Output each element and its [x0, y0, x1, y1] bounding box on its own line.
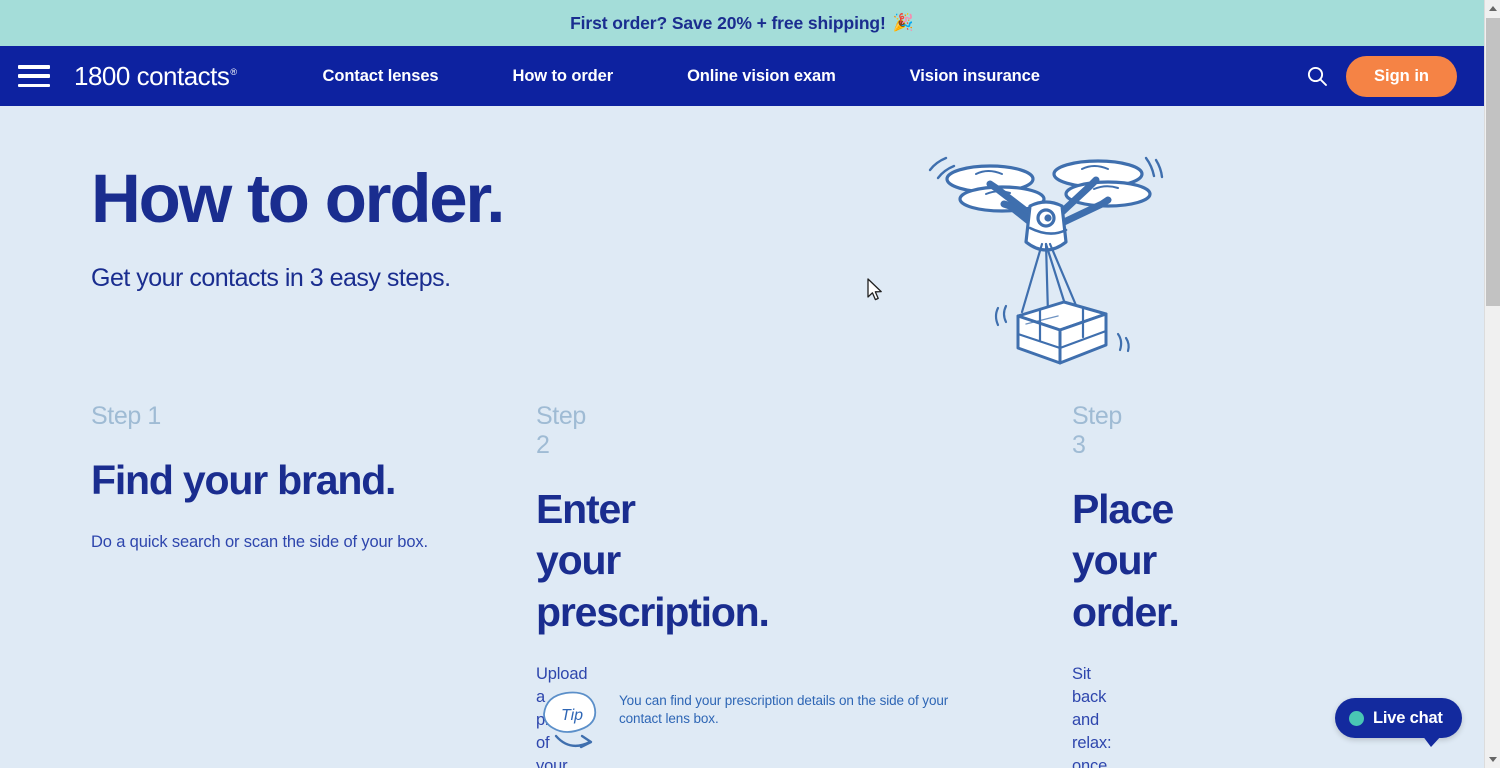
online-status-dot-icon — [1349, 710, 1364, 726]
page-title: How to order. — [91, 160, 505, 237]
scrollbar-thumb[interactable] — [1486, 18, 1500, 306]
tip-badge-label: Tip — [561, 707, 583, 724]
trademark-symbol: ® — [230, 66, 237, 77]
browser-viewport: First order? Save 20% + free shipping! 🎉… — [0, 0, 1500, 768]
hamburger-line-1 — [18, 65, 50, 69]
scroll-up-arrow-icon[interactable] — [1485, 0, 1500, 17]
search-button[interactable] — [1304, 63, 1330, 89]
tip-circle-icon: Tip — [543, 691, 597, 749]
nav-item-how-to-order[interactable]: How to order — [513, 67, 614, 86]
brand-logo-text: 1800 contacts — [74, 60, 230, 91]
nav-item-contact-lenses[interactable]: Contact lenses — [323, 67, 439, 86]
brand-logo[interactable]: 1800 contacts® — [74, 61, 237, 92]
sign-in-button[interactable]: Sign in — [1346, 55, 1457, 97]
hamburger-line-3 — [18, 83, 50, 87]
vertical-scrollbar[interactable] — [1484, 0, 1500, 768]
hamburger-line-2 — [18, 74, 50, 78]
tip-badge: Tip — [536, 686, 608, 756]
hero-subtitle: Get your contacts in 3 easy steps. — [91, 263, 451, 292]
site-header: 1800 contacts® Contact lenses How to ord… — [0, 46, 1484, 106]
search-icon — [1307, 66, 1327, 86]
party-popper-icon: 🎉 — [892, 13, 914, 32]
header-actions: Sign in — [1304, 55, 1457, 97]
promo-banner[interactable]: First order? Save 20% + free shipping! 🎉 — [0, 0, 1484, 46]
main-content: How to order. Get your contacts in 3 eas… — [0, 106, 1484, 768]
tip-text: You can find your prescription details o… — [619, 693, 949, 727]
chat-bubble-tail — [1421, 735, 1442, 747]
live-chat-label: Live chat — [1373, 708, 1443, 727]
nav-item-online-vision-exam[interactable]: Online vision exam — [687, 67, 836, 86]
promo-banner-text: First order? Save 20% + free shipping! — [570, 12, 886, 33]
nav-item-vision-insurance[interactable]: Vision insurance — [910, 67, 1040, 86]
main-navigation: Contact lenses How to order Online visio… — [323, 67, 1304, 86]
live-chat-button[interactable]: Live chat — [1335, 698, 1462, 747]
tip-callout: Tip You can find your prescription detai… — [536, 686, 966, 766]
scroll-down-arrow-icon[interactable] — [1485, 751, 1500, 768]
hero-section: How to order. Get your contacts in 3 eas… — [0, 106, 1484, 293]
hamburger-menu-icon[interactable] — [18, 65, 50, 87]
